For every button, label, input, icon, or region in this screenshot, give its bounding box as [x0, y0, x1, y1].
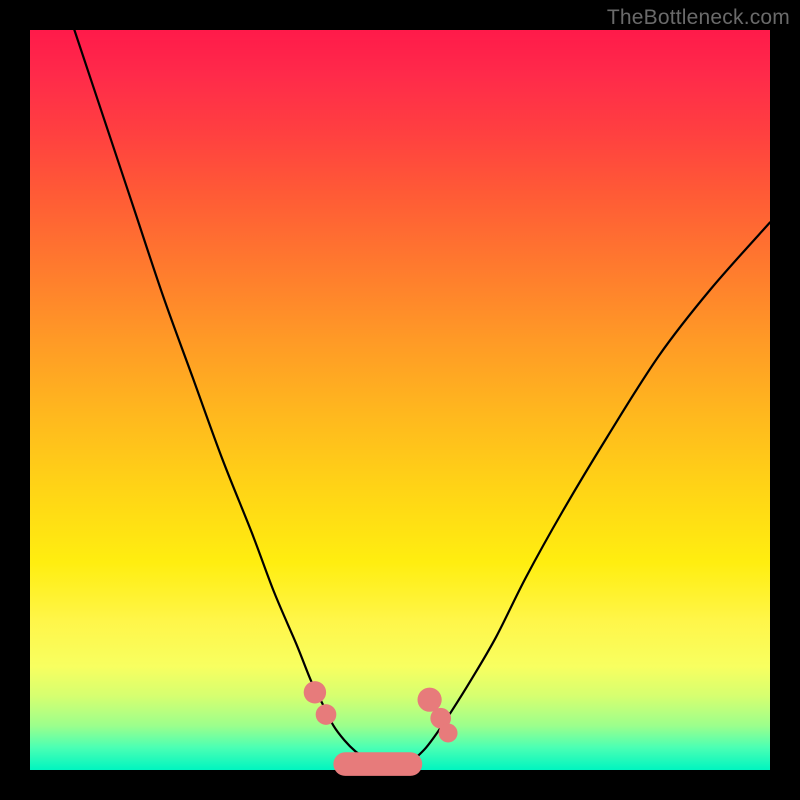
- plot-area: [30, 30, 770, 770]
- floor-bar: [333, 752, 422, 776]
- marker-dot: [417, 688, 441, 712]
- chart-svg: [30, 30, 770, 770]
- marker-dot: [439, 724, 458, 743]
- chart-frame: TheBottleneck.com: [0, 0, 800, 800]
- marker-group: [304, 681, 458, 742]
- marker-dot: [316, 704, 337, 725]
- marker-dot: [304, 681, 326, 703]
- right-curve: [415, 222, 770, 759]
- left-curve: [74, 30, 366, 759]
- watermark-text: TheBottleneck.com: [607, 6, 790, 30]
